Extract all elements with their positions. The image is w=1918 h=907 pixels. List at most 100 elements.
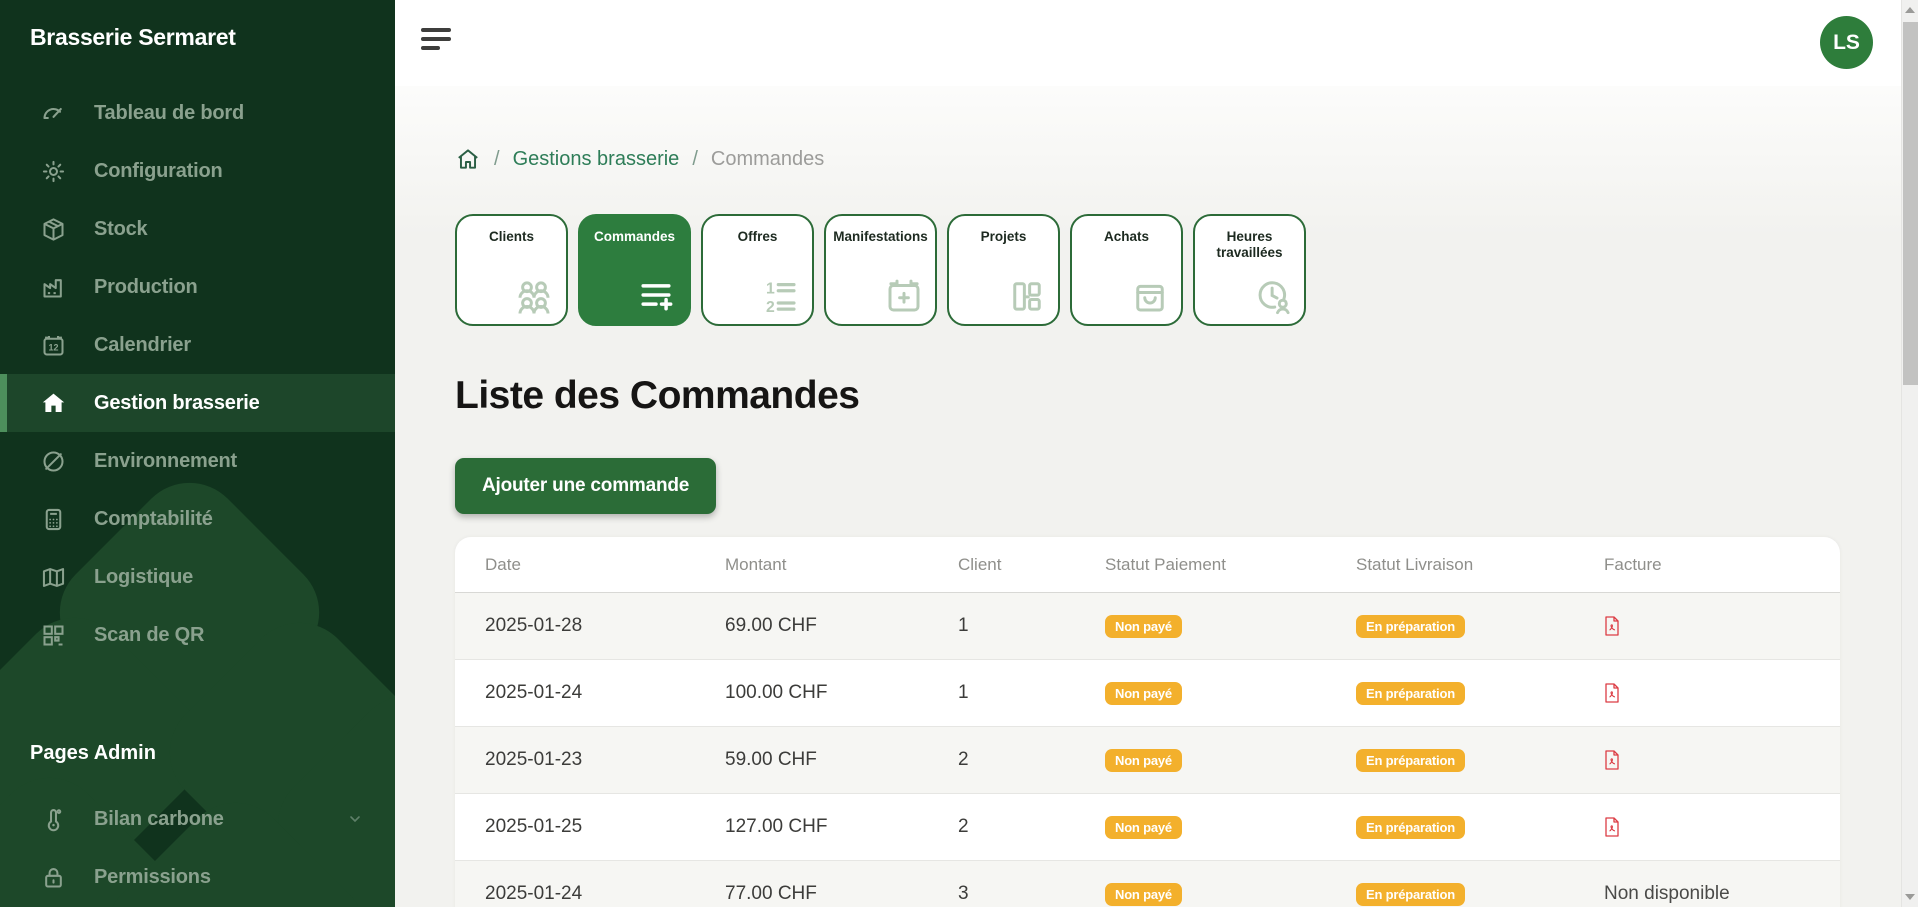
sidebar-item-gestion-brasserie[interactable]: Gestion brasserie (0, 374, 395, 432)
cell-date: 2025-01-24 (485, 883, 725, 905)
sidebar-admin-nav: Bilan carbone Permissions (0, 790, 395, 906)
sidebar-item-logistique[interactable]: Logistique (0, 548, 395, 606)
column-header-date: Date (485, 555, 725, 575)
calendar-plus-icon (882, 275, 926, 317)
svg-text:12: 12 (48, 342, 58, 352)
breadcrumb-link-gestions-brasserie[interactable]: Gestions brasserie (513, 148, 680, 171)
column-header-statut-paiement: Statut Paiement (1105, 555, 1356, 575)
tab-manifestations[interactable]: Manifestations (824, 214, 937, 326)
pdf-icon[interactable] (1604, 683, 1840, 703)
vertical-scrollbar[interactable] (1901, 0, 1918, 907)
clients-icon (511, 275, 557, 317)
sidebar-item-label: Scan de QR (94, 624, 204, 647)
status-badge: En préparation (1356, 816, 1465, 839)
sidebar-item-label: Gestion brasserie (94, 392, 260, 415)
sidebar-item-label: Logistique (94, 566, 193, 589)
chevron-down-icon[interactable] (347, 811, 363, 827)
table-row: 2025-01-23 59.00 CHF 2 Non payé En prépa… (455, 727, 1840, 794)
sidebar-item-label: Bilan carbone (94, 808, 224, 831)
avatar[interactable]: LS (1820, 16, 1873, 69)
cell-montant: 59.00 CHF (725, 749, 958, 771)
tab-offres[interactable]: Offres 12 (701, 214, 814, 326)
column-header-client: Client (958, 555, 1105, 575)
thermometer-icon (38, 804, 68, 834)
map-icon (38, 562, 68, 592)
sidebar-item-tableau-de-bord[interactable]: Tableau de bord (0, 84, 395, 142)
clock-person-icon (1251, 275, 1295, 317)
status-badge: En préparation (1356, 749, 1465, 772)
pdf-icon[interactable] (1604, 616, 1840, 636)
sidebar-item-production[interactable]: Production (0, 258, 395, 316)
tab-achats[interactable]: Achats (1070, 214, 1183, 326)
sidebar-item-environnement[interactable]: Environnement (0, 432, 395, 490)
cell-client: 3 (958, 883, 1105, 905)
sidebar-item-label: Stock (94, 218, 147, 241)
kanban-icon (1005, 275, 1049, 317)
status-badge: Non payé (1105, 682, 1182, 705)
cell-facture-unavailable: Non disponible (1604, 883, 1840, 905)
sidebar-nav: Tableau de bord Configuration Stock Prod… (0, 84, 395, 664)
cell-date: 2025-01-28 (485, 615, 725, 637)
sidebar-item-label: Environnement (94, 450, 237, 473)
home-icon (38, 388, 68, 418)
status-badge: Non payé (1105, 883, 1182, 906)
cell-montant: 77.00 CHF (725, 883, 958, 905)
sidebar-item-configuration[interactable]: Configuration (0, 142, 395, 200)
sidebar-item-stock[interactable]: Stock (0, 200, 395, 258)
sidebar-item-label: Permissions (94, 866, 211, 889)
sidebar: Brasserie Sermaret Tableau de bord Confi… (0, 0, 395, 907)
cell-date: 2025-01-24 (485, 682, 725, 704)
order-list-icon (632, 273, 680, 317)
cell-montant: 100.00 CHF (725, 682, 958, 704)
home-breadcrumb-icon[interactable] (455, 146, 481, 172)
tab-clients[interactable]: Clients (455, 214, 568, 326)
cell-client: 1 (958, 615, 1105, 637)
sidebar-item-permissions[interactable]: Permissions (0, 848, 395, 906)
dashboard-icon (38, 98, 68, 128)
status-badge: Non payé (1105, 816, 1182, 839)
cell-client: 2 (958, 749, 1105, 771)
tab-heures-travaillees[interactable]: Heures travaillées (1193, 214, 1306, 326)
sidebar-item-bilan-carbone[interactable]: Bilan carbone (0, 790, 395, 848)
tab-cards: Clients Commandes Offres 12 Manifestatio… (455, 214, 1306, 326)
breadcrumb-separator: / (692, 148, 698, 171)
breadcrumb: / Gestions brasserie / Commandes (455, 146, 824, 172)
leaf-icon (38, 446, 68, 476)
table-row: 2025-01-24 100.00 CHF 1 Non payé En prép… (455, 660, 1840, 727)
status-badge: Non payé (1105, 749, 1182, 772)
gear-icon (38, 156, 68, 186)
svg-text:2: 2 (766, 299, 775, 316)
cell-montant: 69.00 CHF (725, 615, 958, 637)
sidebar-item-label: Configuration (94, 160, 222, 183)
add-order-button[interactable]: Ajouter une commande (455, 458, 716, 514)
page-title: Liste des Commandes (455, 374, 859, 418)
calendar-icon: 12 (38, 330, 68, 360)
column-header-facture: Facture (1604, 555, 1840, 575)
sidebar-item-calendrier[interactable]: 12 Calendrier (0, 316, 395, 374)
pdf-icon[interactable] (1604, 750, 1840, 770)
hamburger-menu-icon[interactable] (421, 28, 453, 55)
scrollbar-thumb[interactable] (1903, 22, 1918, 385)
package-icon (38, 214, 68, 244)
cell-client: 1 (958, 682, 1105, 704)
breadcrumb-current-commandes: Commandes (711, 148, 824, 171)
status-badge: Non payé (1105, 615, 1182, 638)
factory-icon (38, 272, 68, 302)
cell-date: 2025-01-23 (485, 749, 725, 771)
scrollbar-up-arrow[interactable] (1905, 7, 1915, 13)
sidebar-item-label: Calendrier (94, 334, 191, 357)
cell-montant: 127.00 CHF (725, 816, 958, 838)
column-header-montant: Montant (725, 555, 958, 575)
table-row: 2025-01-24 77.00 CHF 3 Non payé En prépa… (455, 861, 1840, 907)
tab-projets[interactable]: Projets (947, 214, 1060, 326)
sidebar-item-scan-de-qr[interactable]: Scan de QR (0, 606, 395, 664)
sidebar-item-comptabilite[interactable]: Comptabilité (0, 490, 395, 548)
status-badge: En préparation (1356, 883, 1465, 906)
tab-commandes[interactable]: Commandes (578, 214, 691, 326)
app-title: Brasserie Sermaret (30, 24, 236, 51)
cell-date: 2025-01-25 (485, 816, 725, 838)
scrollbar-down-arrow[interactable] (1905, 894, 1915, 900)
sidebar-item-label: Production (94, 276, 198, 299)
sidebar-section-pages-admin: Pages Admin (30, 742, 156, 765)
pdf-icon[interactable] (1604, 817, 1840, 837)
